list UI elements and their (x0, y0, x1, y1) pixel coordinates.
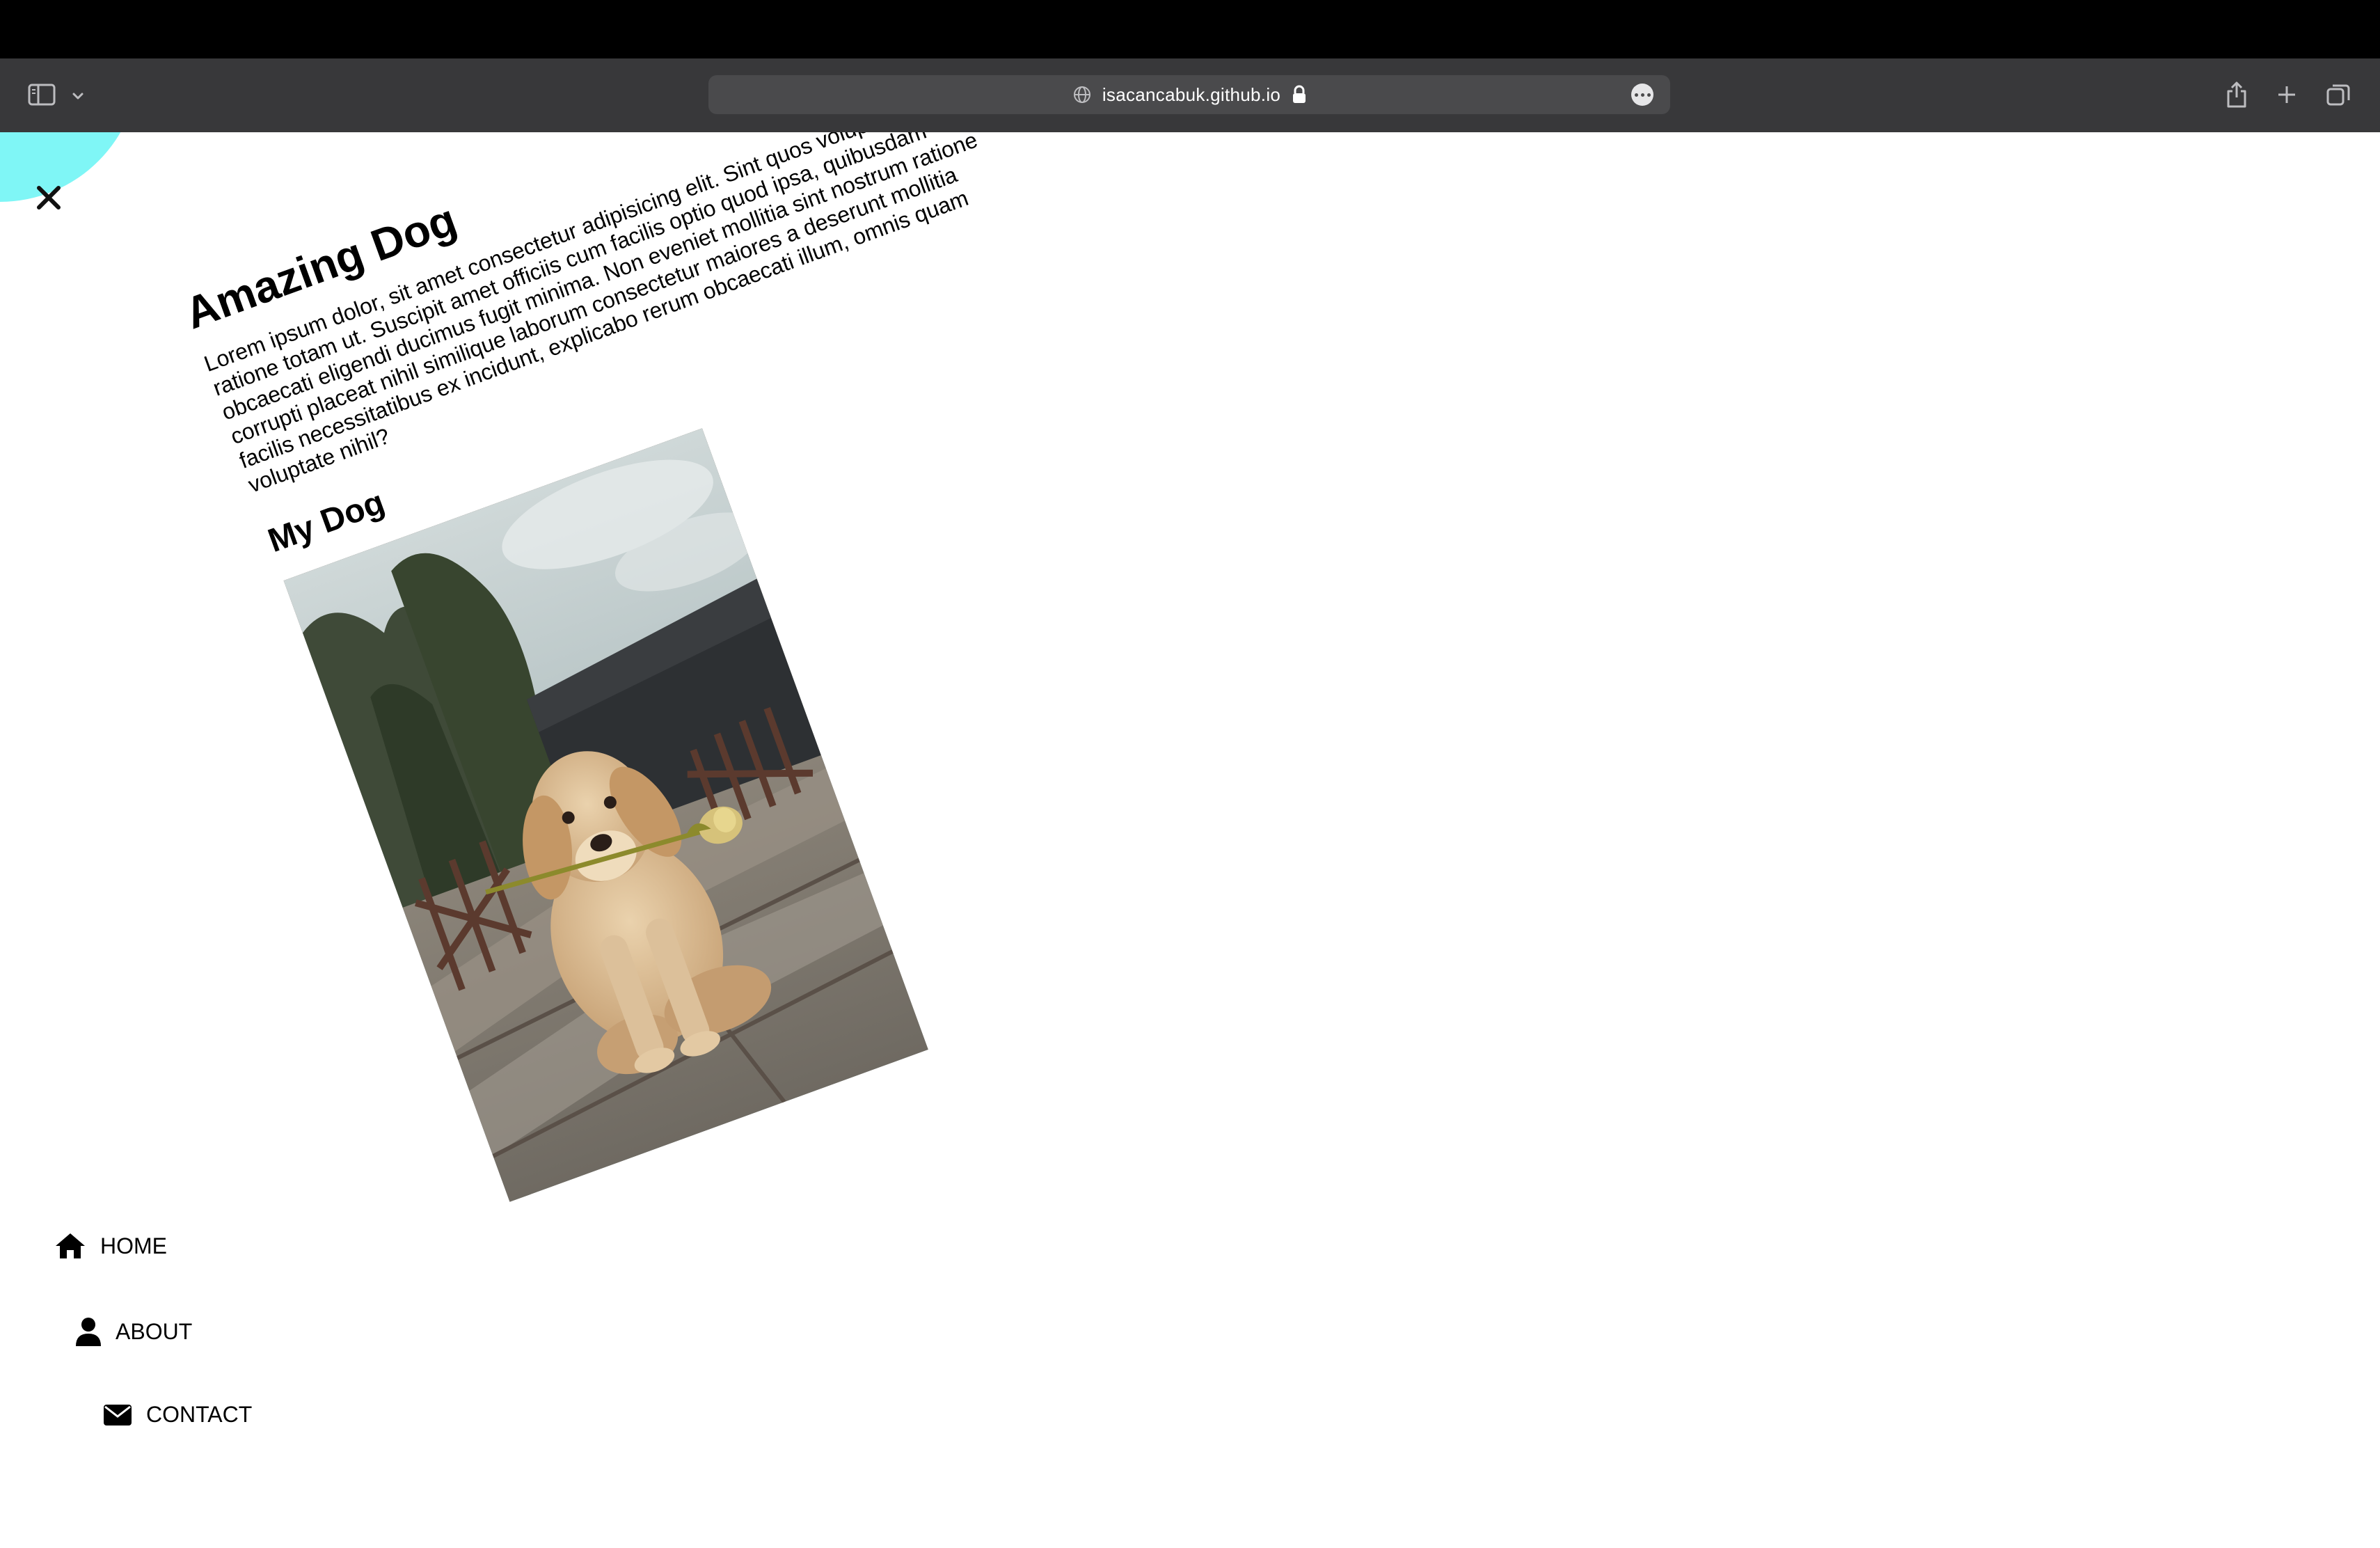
nav-item-home[interactable]: HOME (54, 1232, 167, 1260)
plus-icon[interactable] (2270, 78, 2303, 111)
close-icon[interactable] (31, 180, 67, 216)
chevron-down-icon[interactable] (68, 86, 88, 106)
user-icon (75, 1317, 102, 1346)
address-bar[interactable]: isacancabuk.github.io (708, 75, 1670, 114)
home-icon (54, 1232, 86, 1260)
nav-item-about[interactable]: ABOUT (75, 1317, 192, 1346)
envelope-icon (103, 1404, 132, 1426)
nav-item-label: ABOUT (116, 1318, 193, 1344)
lock-icon (1292, 85, 1307, 104)
nav-item-label: CONTACT (146, 1402, 253, 1427)
globe-icon (1072, 84, 1093, 105)
share-icon[interactable] (2220, 78, 2253, 111)
menu-circle (0, 132, 139, 202)
sidebar-icon[interactable] (26, 82, 57, 107)
nav-item-label: HOME (100, 1233, 167, 1258)
url-text: isacancabuk.github.io (1102, 84, 1281, 105)
dog-photo (283, 428, 928, 1202)
browser-toolbar: isacancabuk.github.io (0, 58, 2380, 134)
screen-top-bar (0, 0, 2380, 58)
page-content: Amazing Dog Lorem ipsum dolor, sit amet … (0, 132, 2380, 1548)
tabs-overview-icon[interactable] (2322, 78, 2355, 111)
nav-item-contact[interactable]: CONTACT (103, 1402, 252, 1428)
ellipsis-icon[interactable] (1631, 84, 1653, 106)
rotated-article: Amazing Dog Lorem ipsum dolor, sit amet … (177, 132, 1294, 1202)
